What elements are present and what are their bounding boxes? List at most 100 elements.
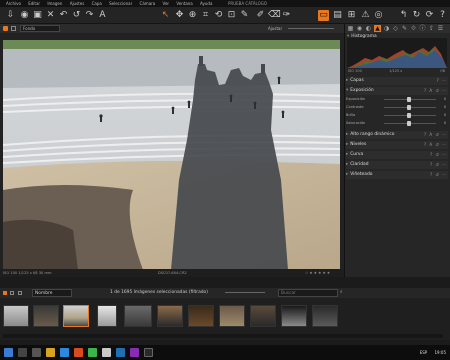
copy-adjust-icon[interactable]: ↰ (398, 10, 409, 21)
camera-icon[interactable]: ◉ (19, 10, 30, 21)
menu-camara[interactable]: Cámara (140, 0, 156, 7)
star-rating[interactable]: ☆ ★ ★ ★ ★ ★ (305, 269, 330, 277)
help-icon[interactable]: ? (437, 10, 448, 21)
contrast-slider[interactable]: Contraste 0 (346, 104, 448, 111)
search-icon[interactable] (18, 348, 27, 357)
thumbnail[interactable] (250, 305, 276, 327)
section-tools-icon[interactable]: ? A ↺ ⋯ (424, 141, 447, 149)
edge-icon[interactable] (60, 348, 69, 357)
zoom-icon[interactable]: ⊕ (187, 10, 198, 21)
pan-icon[interactable]: ✥ (174, 10, 185, 21)
exposure-header[interactable]: ▾ Exposición ? A ↺ ⋯ (346, 87, 448, 95)
slider-value[interactable]: 0 (444, 104, 446, 111)
background-select[interactable]: Fondo (20, 25, 60, 32)
chrome-icon[interactable] (88, 348, 97, 357)
thumbnail[interactable] (188, 305, 214, 327)
slider-knob[interactable] (407, 105, 411, 110)
brightness-slider[interactable]: Brillo 0 (346, 112, 448, 119)
capture-tab-icon[interactable]: ◉ (356, 25, 363, 32)
capture-one-icon[interactable] (102, 348, 111, 357)
thumbnail[interactable] (97, 305, 117, 327)
curve-header[interactable]: ▸ Curva ? ↺ ⋯ (346, 151, 448, 159)
slider-value[interactable]: 0 (444, 112, 446, 119)
output-tab-icon[interactable]: ⇪ (428, 25, 435, 32)
slider-value[interactable]: 0 (444, 96, 446, 103)
thumbnail[interactable] (3, 305, 29, 327)
windows-start-icon[interactable] (4, 348, 13, 357)
menu-archivo[interactable]: Archivo (6, 0, 21, 7)
menu-ajustes[interactable]: Ajustes (70, 0, 85, 7)
menu-imagen[interactable]: Imagen (47, 0, 62, 7)
thumbnail[interactable] (312, 305, 338, 327)
zoom-slider[interactable] (288, 28, 334, 29)
hdr-header[interactable]: ▸ Alto rango dinámico ? A ↺ ⋯ (346, 131, 448, 139)
slider-knob[interactable] (407, 121, 411, 126)
compare-icon[interactable]: ▤ (332, 10, 343, 21)
undo-all-icon[interactable]: ↺ (71, 10, 82, 21)
saturation-slider[interactable]: Saturación 0 (346, 120, 448, 127)
import-icon[interactable]: ⇩ (5, 10, 16, 21)
section-tools-icon[interactable]: ? ↺ ⋯ (430, 151, 447, 159)
section-tools-icon[interactable]: ? ↺ ⋯ (430, 161, 447, 169)
thumbnail[interactable] (33, 305, 59, 327)
section-tools-icon[interactable]: ? A ↺ ⋯ (424, 87, 447, 95)
grid-view-icon[interactable] (3, 26, 8, 31)
grid-icon[interactable]: ⊞ (346, 10, 357, 21)
tether-icon[interactable]: ▣ (32, 10, 43, 21)
section-tools-icon[interactable]: ? A ↺ ⋯ (424, 131, 447, 139)
keystone-icon[interactable]: ⊡ (226, 10, 237, 21)
picker-icon[interactable]: ✑ (281, 10, 292, 21)
eraser-icon[interactable]: ⌫ (268, 10, 281, 21)
adjust-tab-icon[interactable]: ⟐ (410, 25, 417, 32)
search-icon[interactable]: ⌕ (340, 288, 342, 298)
menu-editar[interactable]: Editar (28, 0, 40, 7)
sort-select[interactable]: Nombre (32, 289, 72, 297)
cursor-icon[interactable]: ↖ (160, 10, 171, 21)
menu-ventana[interactable]: Ventana (176, 0, 192, 7)
apply-adjust-icon[interactable]: ↻ (411, 10, 422, 21)
slider-knob[interactable] (407, 97, 411, 102)
search-input[interactable]: Buscar (278, 289, 338, 297)
vignetting-header[interactable]: ▸ Viñeteado ? ↺ ⋯ (346, 171, 448, 179)
browser-scrollbar[interactable] (3, 334, 443, 338)
batch-tab-icon[interactable]: ☰ (437, 25, 444, 32)
app-icon[interactable] (130, 348, 139, 357)
section-tools-icon[interactable]: ? ↺ ⋯ (430, 171, 447, 179)
office-icon[interactable] (74, 348, 83, 357)
text-icon[interactable]: A (97, 10, 108, 21)
menu-ver[interactable]: Ver (163, 0, 170, 7)
grid-view-icon[interactable] (3, 291, 7, 295)
menu-ayuda[interactable]: Ayuda (200, 0, 212, 7)
slider-knob[interactable] (407, 113, 411, 118)
exposure-slider[interactable]: Exposición 0 (346, 96, 448, 103)
metadata-tab-icon[interactable]: ⓘ (419, 25, 426, 32)
filmstrip-view-icon[interactable] (18, 291, 22, 295)
slider-value[interactable]: 0 (444, 120, 446, 127)
warning-icon[interactable]: ⚠ (360, 10, 371, 21)
thumbnail[interactable] (281, 305, 307, 327)
thumbnail[interactable] (124, 305, 152, 327)
brush-icon[interactable]: ✐ (255, 10, 266, 21)
single-view-icon[interactable] (11, 26, 16, 31)
redo-icon[interactable]: ↷ (84, 10, 95, 21)
details-tab-icon[interactable]: ◇ (392, 25, 399, 32)
undo-icon[interactable]: ↶ (58, 10, 69, 21)
exposure-tab-icon[interactable]: ◑ (383, 25, 390, 32)
task-view-icon[interactable] (32, 348, 41, 357)
language-indicator[interactable]: ESP (420, 350, 427, 355)
overlay-icon[interactable]: ◎ (373, 10, 384, 21)
clarity-header[interactable]: ▸ Claridad ? ↺ ⋯ (346, 161, 448, 169)
list-view-icon[interactable] (10, 291, 14, 295)
thumbnail[interactable] (157, 305, 183, 327)
levels-header[interactable]: ▸ Niveles ? A ↺ ⋯ (346, 141, 448, 149)
color-tab-icon[interactable]: ▲ (374, 25, 381, 32)
crop-icon[interactable]: ⌗ (200, 10, 211, 21)
photoshop-icon[interactable] (116, 348, 125, 357)
rotate-icon[interactable]: ⟲ (213, 10, 224, 21)
lens-tab-icon[interactable]: ◐ (365, 25, 372, 32)
layers-header[interactable]: ▸ Capas ? ⋯ (346, 77, 448, 85)
thumb-size-slider[interactable] (225, 292, 265, 293)
local-tab-icon[interactable]: ✎ (401, 25, 408, 32)
viewer-mode-icon[interactable]: ▭ (318, 10, 329, 21)
thumbnail[interactable] (219, 305, 245, 327)
